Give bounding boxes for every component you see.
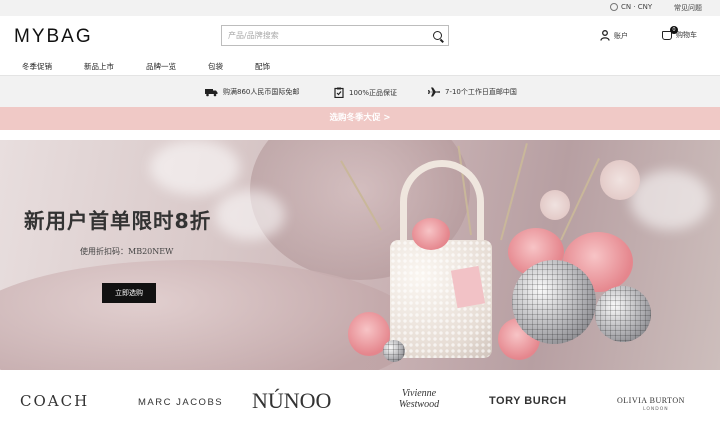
disco-ball [595,286,651,342]
hero-light-bokeh [215,190,285,240]
hero-discount-code: 使用折扣码：MB20NEW [80,247,174,256]
usp-delivery: 7-10个工作日直邮中国 [428,87,517,97]
site-logo[interactable]: MYBAG [14,26,93,48]
hero-headline: 新用户首单限时8折 [24,209,212,233]
brand-coach[interactable]: COACH [20,392,89,410]
usp-strip: 购满860人民币国际免邮 100%正品保证 7-10个工作日直邮中国 [0,76,720,107]
locale-label: CN · CNY [621,3,653,11]
nav-item-winter-sale[interactable]: 冬季促销 [22,61,52,72]
brand-nunoo[interactable]: NÚNOO [252,388,331,414]
truck-icon [205,88,218,96]
pink-rose [412,218,450,250]
nav-item-bags[interactable]: 包袋 [208,61,223,72]
nav-item-accessories[interactable]: 配饰 [255,61,270,72]
nav-item-brands[interactable]: 品牌一览 [146,61,176,72]
search-input[interactable] [222,26,422,45]
cart-count-badge: 0 [670,25,678,34]
search-icon[interactable] [433,31,442,40]
hero-light-bokeh [630,170,710,230]
cart-label: 购物车 [676,31,697,39]
clipboard-check-icon [334,87,344,98]
account-label: 账户 [614,31,628,40]
brand-olivia-burton[interactable]: OLIVIA BURTON [617,396,685,405]
dried-flower [600,160,640,200]
account-link[interactable]: 账户 [600,30,628,41]
disco-ball [383,340,405,362]
disco-ball [512,260,596,344]
help-link[interactable]: 常见问题 [674,3,702,13]
utility-bar: CN · CNY 常见问题 [0,0,720,16]
hero-banner[interactable]: 新用户首单限时8折 使用折扣码：MB20NEW 立即选购 [0,140,720,370]
dried-flower [540,190,570,220]
nav-item-new-arrivals[interactable]: 新品上市 [84,61,114,72]
brand-logo-row: COACH MARC JACOBS NÚNOO Vivienne Westwoo… [0,370,720,445]
brand-marc-jacobs[interactable]: MARC JACOBS [138,397,223,408]
brand-vivienne-westwood[interactable]: Vivienne Westwood [394,388,444,410]
winter-sale-banner[interactable]: 选购冬季大促 > [0,107,720,130]
cart-link[interactable]: 0 购物车 [662,25,697,40]
locale-selector[interactable]: CN · CNY [610,3,652,11]
airplane-icon [428,87,440,97]
usp-authentic: 100%正品保证 [334,87,397,98]
search-box [221,25,449,46]
main-nav: 冬季促销 新品上市 品牌一览 包袋 配饰 [0,56,720,76]
dried-grass [500,143,528,241]
header: MYBAG 账户 0 购物车 [0,16,720,56]
brand-olivia-burton-sub: LONDON [643,407,669,412]
usp-text: 7-10个工作日直邮中国 [445,88,517,96]
brand-tory-burch[interactable]: TORY BURCH [489,395,567,407]
shop-now-button[interactable]: 立即选购 [102,283,156,303]
user-icon [600,30,610,41]
globe-icon [610,3,618,11]
shopping-bag-icon: 0 [662,25,678,40]
pearl-bag-image [384,160,504,360]
usp-free-shipping: 购满860人民币国际免邮 [205,87,299,97]
hero-light-bokeh [150,140,240,195]
usp-text: 购满860人民币国际免邮 [223,88,300,96]
usp-text: 100%正品保证 [349,88,398,97]
